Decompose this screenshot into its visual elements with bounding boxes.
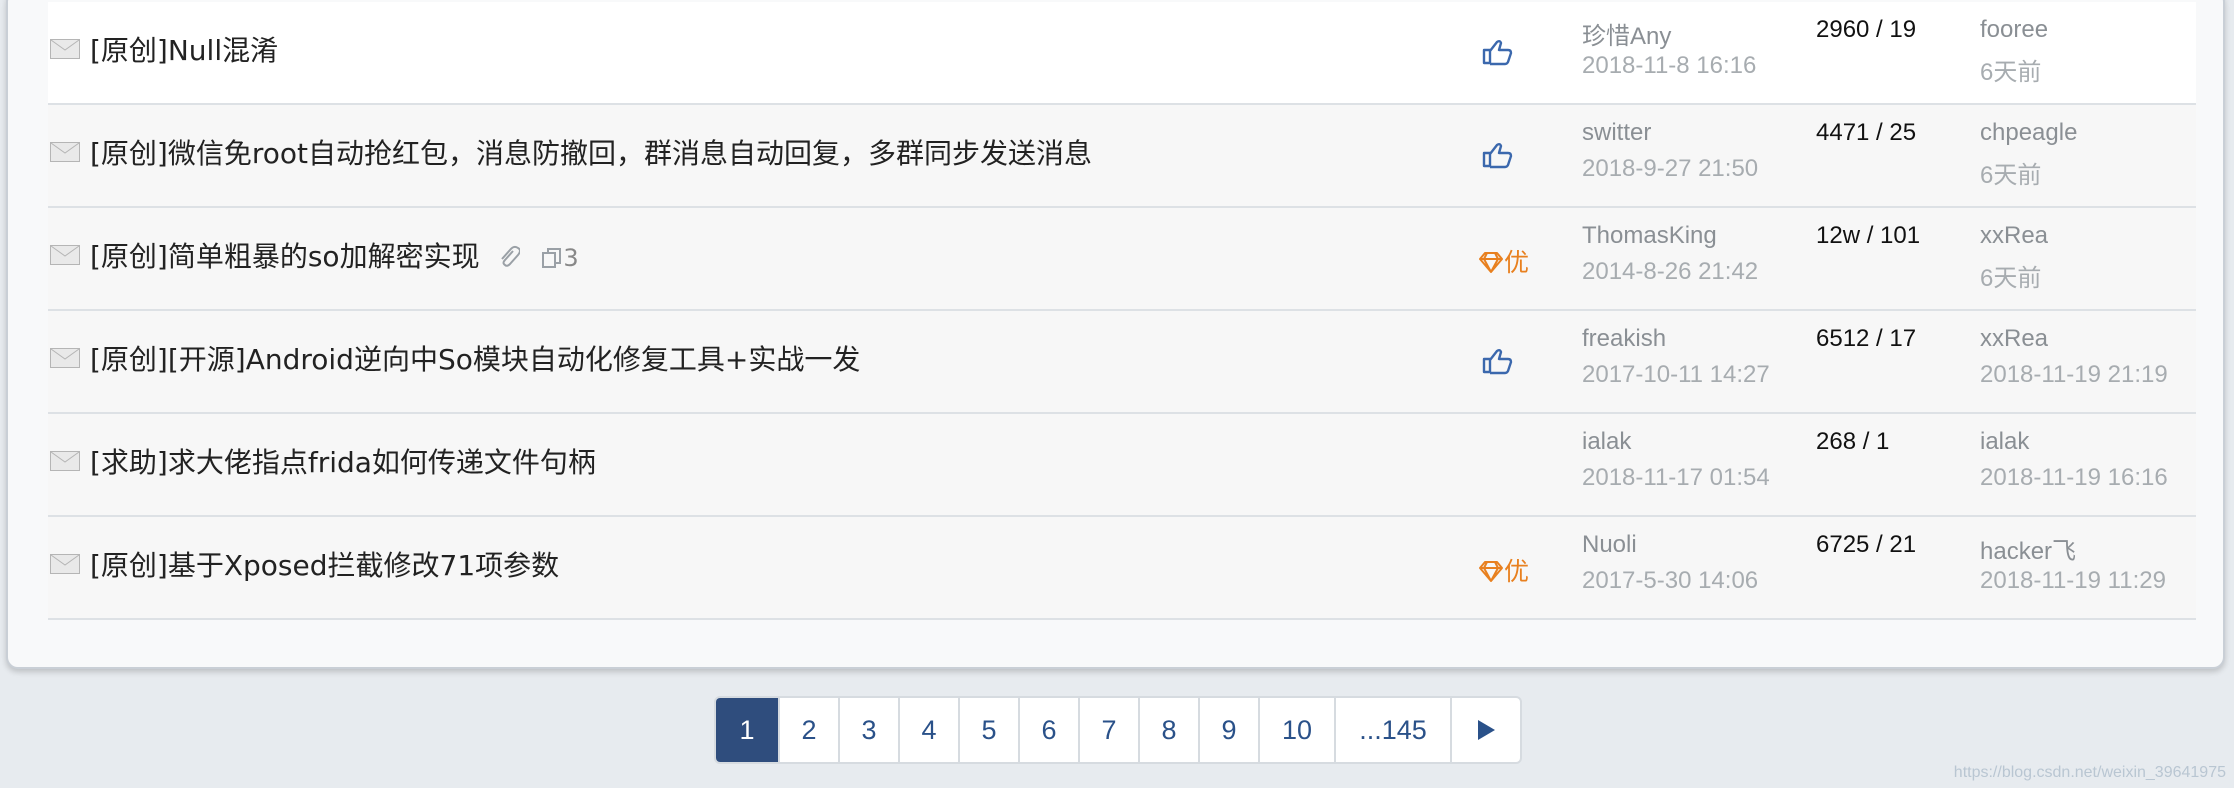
last-reply-user-link[interactable]: hacker飞 <box>1980 531 2076 566</box>
post-date: 2018-11-8 16:16 <box>1582 52 1757 79</box>
thumbs-up-icon <box>1482 143 1513 169</box>
envelope-icon <box>50 451 80 471</box>
last-reply-time: 6天前 <box>1980 265 2042 292</box>
page-button-6[interactable]: 6 <box>1018 698 1078 762</box>
thread-list-card: [原创]Null混淆 珍惜Any 2018-11-8 16:16 2960 / … <box>6 0 2225 669</box>
page-button-8[interactable]: 8 <box>1138 698 1198 762</box>
post-date: 2014-8-26 21:42 <box>1582 258 1759 285</box>
thread-title-link[interactable]: [原创]简单粗暴的so加解密实现 <box>90 240 480 273</box>
author-link[interactable]: freakish <box>1582 325 1666 353</box>
post-date: 2018-9-27 21:50 <box>1582 155 1759 182</box>
page-button-9[interactable]: 9 <box>1198 698 1258 762</box>
watermark: https://blog.csdn.net/weixin_39641975 <box>1953 764 2226 781</box>
last-reply-time: 6天前 <box>1980 59 2042 86</box>
page-button-7[interactable]: 7 <box>1078 698 1138 762</box>
envelope-icon <box>50 245 80 265</box>
page-button-1[interactable]: 1 <box>716 698 778 762</box>
pagination: 1 2 3 4 5 6 7 8 9 10 ...145 <box>714 696 1522 764</box>
author-link[interactable]: ThomasKing <box>1582 222 1717 250</box>
page-button-3[interactable]: 3 <box>838 698 898 762</box>
views-replies: 2960 / 19 <box>1816 16 1917 43</box>
page-button-4[interactable]: 4 <box>898 698 958 762</box>
last-reply-user-link[interactable]: xxRea <box>1980 222 2048 250</box>
table-row[interactable]: [求助]求大佬指点frida如何传递文件句柄 ialak 2018-11-17 … <box>48 414 2196 517</box>
post-date: 2017-5-30 14:06 <box>1582 567 1759 594</box>
thread-title-link[interactable]: [原创]Null混淆 <box>90 29 278 69</box>
envelope-icon <box>50 39 80 59</box>
thread-title: [原创]简单粗暴的so加解密实现 3 <box>90 235 579 275</box>
views-replies: 6725 / 21 <box>1816 531 1917 558</box>
post-date: 2018-11-17 01:54 <box>1582 464 1770 491</box>
last-reply-user-link[interactable]: chpeagle <box>1980 119 2077 147</box>
envelope-icon <box>50 554 80 574</box>
last-reply-time: 6天前 <box>1980 162 2042 189</box>
views-replies: 268 / 1 <box>1816 428 1890 455</box>
last-reply-time: 2018-11-19 21:19 <box>1980 361 2168 388</box>
page-button-10[interactable]: 10 <box>1258 698 1334 762</box>
page-count[interactable]: 3 <box>541 244 579 272</box>
last-reply-time: 2018-11-19 16:16 <box>1980 464 2168 491</box>
last-reply-time: 2018-11-19 11:29 <box>1980 567 2166 594</box>
next-page-button[interactable] <box>1450 698 1520 762</box>
views-replies: 6512 / 17 <box>1816 325 1917 352</box>
views-replies: 4471 / 25 <box>1816 119 1917 146</box>
table-row[interactable]: [原创]基于Xposed拦截修改71项参数 优 Nuoli 2017-5-30 … <box>48 517 2196 620</box>
last-reply-user-link[interactable]: xxRea <box>1980 325 2048 353</box>
page-button-2[interactable]: 2 <box>778 698 838 762</box>
views-replies: 12w / 101 <box>1816 222 1921 249</box>
author-link[interactable]: 珍惜Any <box>1582 16 1671 51</box>
page-button-last[interactable]: ...145 <box>1334 698 1450 762</box>
thread-list: [原创]Null混淆 珍惜Any 2018-11-8 16:16 2960 / … <box>48 0 2196 620</box>
thumbs-up-icon <box>1482 349 1513 375</box>
paperclip-icon <box>501 245 522 267</box>
author-link[interactable]: Nuoli <box>1582 531 1637 559</box>
table-row[interactable]: [原创]简单粗暴的so加解密实现 3 优 ThomasKing 2014-8-2… <box>48 208 2196 311</box>
thread-title-link[interactable]: [原创]微信免root自动抢红包，消息防撤回，群消息自动回复，多群同步发送消息 <box>90 132 1092 172</box>
copy-pages-icon <box>542 248 562 268</box>
diamond-icon <box>1479 561 1503 582</box>
thumbs-up-icon <box>1482 40 1513 66</box>
thread-title-link[interactable]: [原创]基于Xposed拦截修改71项参数 <box>90 544 559 584</box>
page-button-5[interactable]: 5 <box>958 698 1018 762</box>
author-link[interactable]: switter <box>1582 119 1651 147</box>
envelope-icon <box>50 142 80 162</box>
table-row[interactable]: [原创]微信免root自动抢红包，消息防撤回，群消息自动回复，多群同步发送消息 … <box>48 105 2196 208</box>
post-date: 2017-10-11 14:27 <box>1582 361 1770 388</box>
last-reply-user-link[interactable]: fooree <box>1980 16 2048 44</box>
thread-title-link[interactable]: [求助]求大佬指点frida如何传递文件句柄 <box>90 441 596 481</box>
table-row[interactable]: [原创][开源]Android逆向中So模块自动化修复工具+实战一发 freak… <box>48 311 2196 414</box>
diamond-icon <box>1479 252 1503 273</box>
last-reply-user-link[interactable]: ialak <box>1980 428 2029 456</box>
featured-badge: 优 <box>1478 243 1529 279</box>
author-link[interactable]: ialak <box>1582 428 1631 456</box>
thread-title-link[interactable]: [原创][开源]Android逆向中So模块自动化修复工具+实战一发 <box>90 338 860 378</box>
table-row[interactable]: [原创]Null混淆 珍惜Any 2018-11-8 16:16 2960 / … <box>48 2 2196 105</box>
next-arrow-icon <box>1478 720 1495 740</box>
envelope-icon <box>50 348 80 368</box>
featured-badge: 优 <box>1478 552 1529 588</box>
